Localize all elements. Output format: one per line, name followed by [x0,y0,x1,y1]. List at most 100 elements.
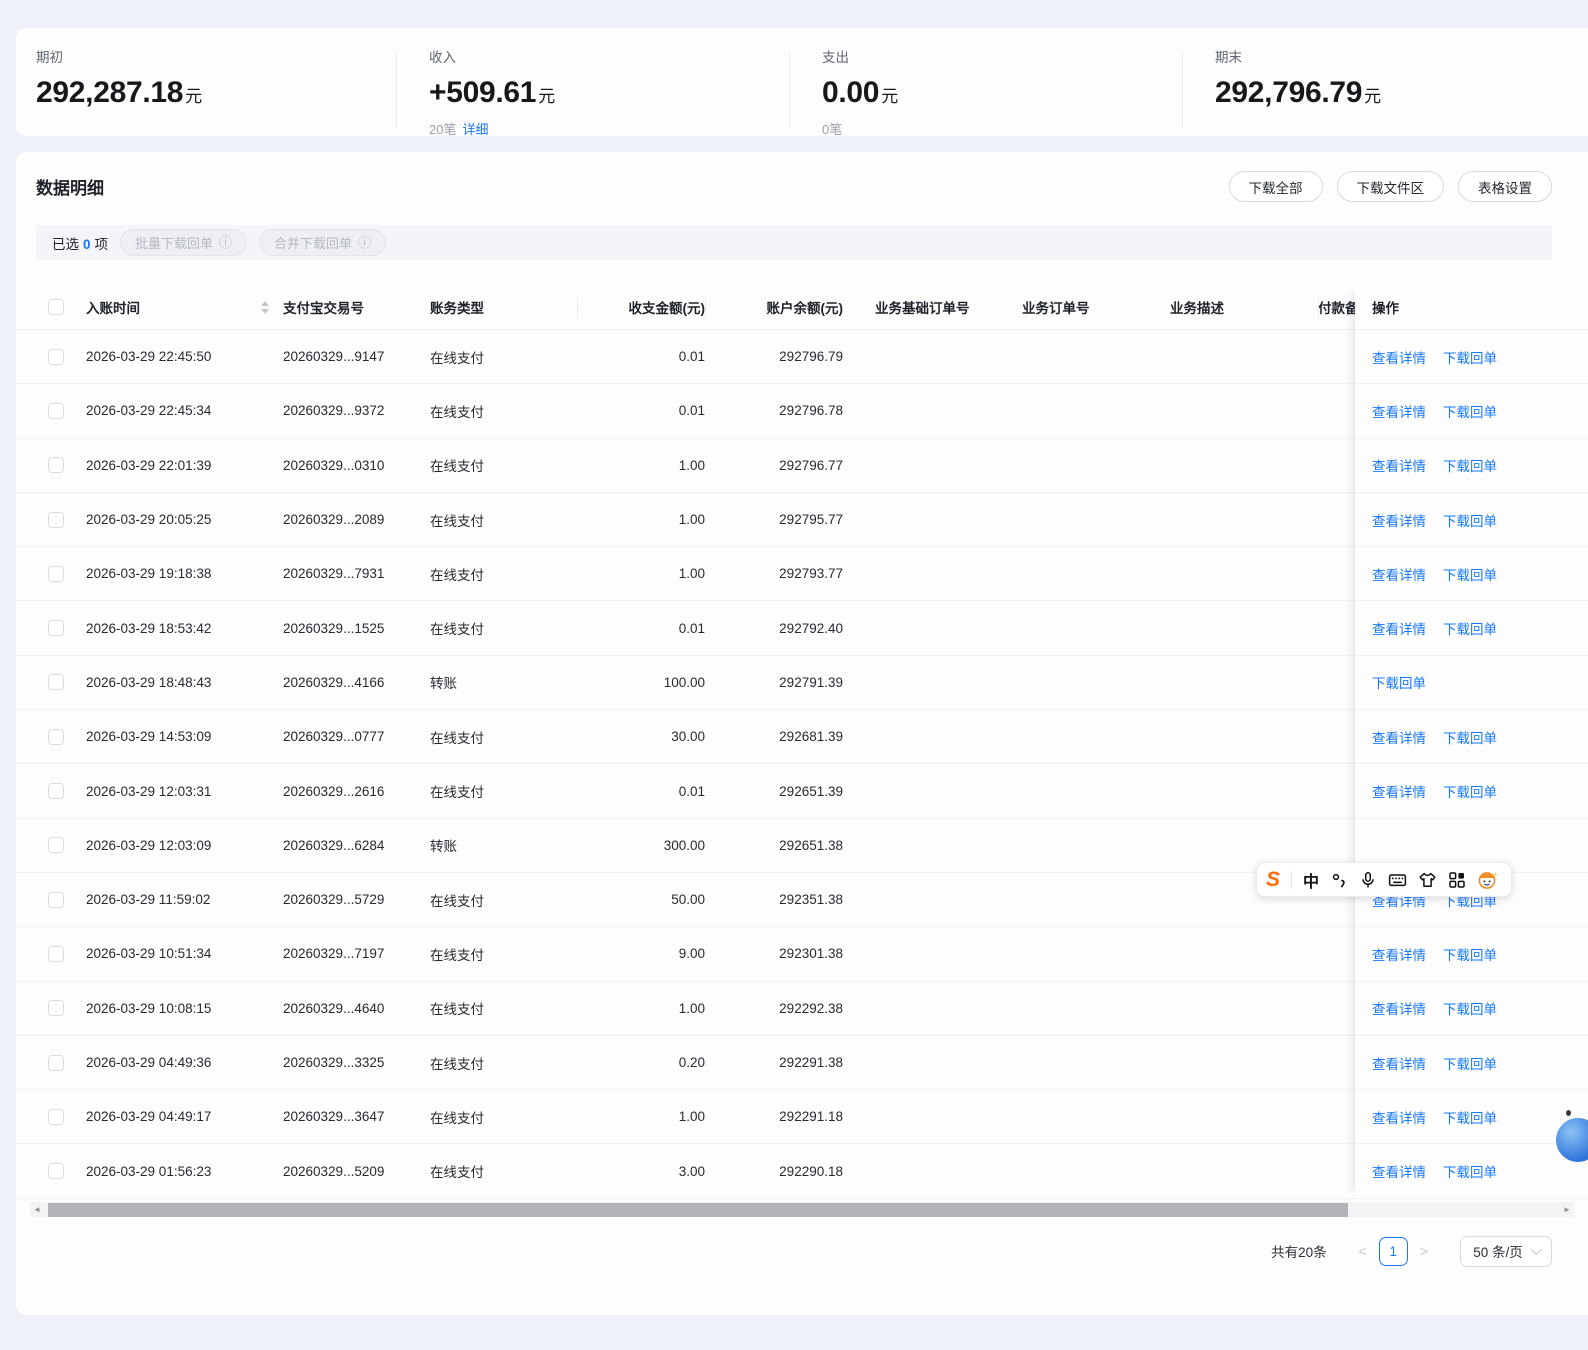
download-receipt-link[interactable]: 下载回单 [1443,944,1497,964]
cell-amount: 0.01 [678,620,705,636]
download-receipt-link[interactable]: 下载回单 [1443,727,1497,747]
row-checkbox[interactable] [48,945,64,962]
sogou-logo-icon[interactable]: S [1266,869,1280,890]
cell-balance: 292793.77 [779,566,843,582]
scroll-right-icon[interactable]: ► [1560,1205,1574,1214]
download-receipt-link[interactable]: 下载回单 [1443,347,1497,367]
cell-type: 在线支付 [430,513,484,529]
download-receipt-link[interactable]: 下载回单 [1443,618,1497,638]
column-header-balance: 账户余额(元) [766,301,844,316]
row-checkbox[interactable] [48,837,64,854]
row-checkbox[interactable] [48,1054,64,1071]
table-settings-button[interactable]: 表格设置 [1458,171,1552,202]
cell-type: 在线支付 [430,622,484,638]
row-checkbox[interactable] [48,348,64,365]
row-checkbox[interactable] [48,620,64,637]
horizontal-scrollbar[interactable]: ◄ ► [30,1202,1574,1217]
download-receipt-link[interactable]: 下载回单 [1443,1053,1497,1073]
view-details-link[interactable]: 查看详情 [1372,727,1426,747]
fixed-action-column: 操作 查看详情 下载回单 查看详情 下载回单 查看详情 下载回单 查看详情 下载回单 查看详情下… [1355,285,1588,1199]
row-checkbox[interactable] [48,728,64,745]
cell-type: 在线支付 [430,1002,484,1018]
emoji-face-icon[interactable] [1477,870,1499,890]
ime-toolbar[interactable]: S 中 [1256,862,1512,897]
view-details-link[interactable]: 查看详情 [1372,510,1426,530]
download-receipt-link[interactable]: 下载回单 [1372,672,1426,692]
header-column-divider [577,297,578,319]
download-receipt-link[interactable]: 下载回单 [1443,1161,1497,1181]
pagination: 共有20条 < 1 > 50 条/页 [1271,1235,1552,1267]
batch-download-button[interactable]: 批量下载回单 ⓘ [120,229,248,256]
cell-amount: 30.00 [671,729,705,745]
row-checkbox[interactable] [48,565,64,582]
chinese-mode-icon[interactable]: 中 [1303,868,1319,892]
view-details-link[interactable]: 查看详情 [1372,347,1426,367]
keyboard-icon[interactable] [1388,871,1407,889]
row-checkbox[interactable] [48,1108,64,1125]
summary-expense-sub: 0笔 [822,122,843,137]
cell-type: 在线支付 [430,893,484,909]
row-checkbox[interactable] [48,1163,64,1180]
download-receipt-link[interactable]: 下载回单 [1443,564,1497,584]
cell-type: 在线支付 [430,350,484,366]
row-checkbox[interactable] [48,457,64,474]
download-receipt-link[interactable]: 下载回单 [1443,401,1497,421]
page-number[interactable]: 1 [1378,1236,1408,1266]
cell-trade-no: 20260329...0310 [283,457,385,473]
view-details-link[interactable]: 查看详情 [1372,998,1426,1018]
row-checkbox[interactable] [48,1000,64,1017]
cell-trade-no: 20260329...2616 [283,783,385,799]
cell-time: 2026-03-29 04:49:36 [86,1055,212,1070]
row-actions: 查看详情 下载回单 [1355,439,1588,493]
row-checkbox[interactable] [48,402,64,419]
row-checkbox[interactable] [48,674,64,691]
summary-expense-value: 0.00 元 [822,76,898,109]
download-receipt-link[interactable]: 下载回单 [1443,1107,1497,1127]
cell-type: 在线支付 [430,1056,484,1072]
row-checkbox[interactable] [48,783,64,800]
row-actions: 查看详情 下载回单 [1355,927,1588,982]
cell-balance: 292651.38 [779,837,843,853]
download-filezone-button[interactable]: 下载文件区 [1336,171,1444,202]
view-details-link[interactable]: 查看详情 [1372,944,1426,964]
view-details-link[interactable]: 查看详情 [1372,781,1426,801]
cell-trade-no: 20260329...6284 [283,837,385,853]
select-all-checkbox[interactable] [48,299,64,315]
view-details-link[interactable]: 查看详情 [1372,618,1426,638]
view-details-link[interactable]: 查看详情 [1372,1107,1426,1127]
merge-download-button[interactable]: 合并下载回单 ⓘ [259,229,387,256]
next-page-icon[interactable]: > [1408,1243,1440,1259]
column-header-time[interactable]: 入账时间 [86,297,283,317]
table-header: 入账时间 支付宝交易号 账务类型 收支金额(元) 账户余额(元) 业务基础订单号 业务订单号… [16,285,1588,330]
download-receipt-link[interactable]: 下载回单 [1443,781,1497,801]
download-receipt-link[interactable]: 下载回单 [1443,998,1497,1018]
row-checkbox[interactable] [48,511,64,528]
summary-income: 收入 +509.61 元 20笔 详细 [396,46,802,137]
skin-tshirt-icon[interactable] [1418,871,1437,889]
download-receipt-link[interactable]: 下载回单 [1443,455,1497,475]
cell-amount: 100.00 [663,674,705,690]
download-all-button[interactable]: 下载全部 [1228,171,1323,202]
page-size-select[interactable]: 50 条/页 [1460,1235,1552,1267]
scrollbar-thumb[interactable] [48,1202,1348,1217]
chevron-down-icon [1530,1243,1542,1256]
download-receipt-link[interactable]: 下载回单 [1443,510,1497,530]
microphone-icon[interactable] [1359,871,1377,889]
apps-grid-icon[interactable] [1448,871,1466,889]
summary-income-value: +509.61 元 [429,76,555,109]
view-details-link[interactable]: 查看详情 [1372,455,1426,475]
row-actions: 查看详情 下载回单 [1355,547,1588,602]
info-icon: ⓘ [219,235,233,250]
table-row: 2026-03-29 22:45:34 20260329...9372 在线支付 0.… [16,384,1588,439]
table-row: 2026-03-29 14:53:09 20260329...0777 在线支付 30… [16,710,1588,765]
scroll-left-icon[interactable]: ◄ [30,1205,44,1214]
sort-icon[interactable] [261,300,269,314]
view-details-link[interactable]: 查看详情 [1372,1053,1426,1073]
view-details-link[interactable]: 查看详情 [1372,1161,1426,1181]
view-details-link[interactable]: 查看详情 [1372,564,1426,584]
prev-page-icon[interactable]: < [1347,1243,1379,1259]
row-checkbox[interactable] [48,891,64,908]
view-details-link[interactable]: 查看详情 [1372,401,1426,421]
income-detail-link[interactable]: 详细 [462,122,488,137]
punctuation-icon[interactable] [1330,871,1348,889]
